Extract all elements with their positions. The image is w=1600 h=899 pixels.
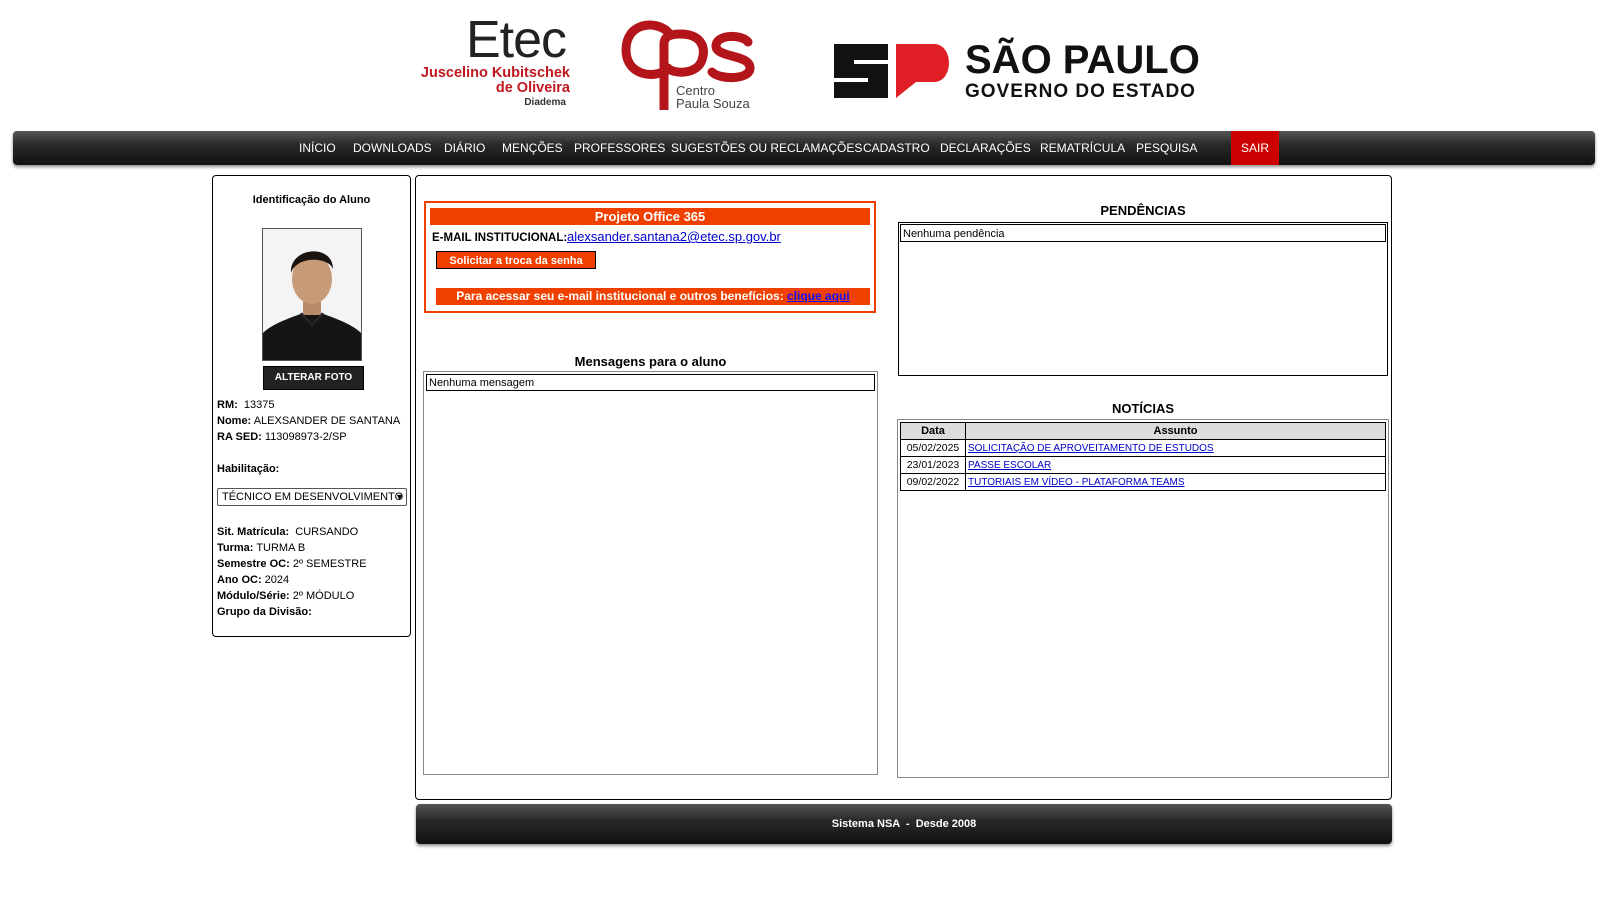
nav-item-rematricula[interactable]: REMATRÍCULA	[1040, 131, 1125, 165]
news-subject-link[interactable]: PASSE ESCOLAR	[968, 460, 1051, 471]
news-subject-cell: PASSE ESCOLAR	[965, 456, 1386, 474]
news-box: Data Assunto 05/02/2025 SOLICITAÇÃO DE A…	[897, 419, 1389, 778]
student-grupo-row: Grupo da Divisão:	[217, 604, 312, 620]
student-ano-row: Ano OC: 2024	[217, 572, 289, 588]
news-date: 05/02/2025	[900, 439, 966, 457]
nav-item-mencoes[interactable]: MENÇÕES	[502, 131, 563, 165]
ra-label: RA SED:	[217, 431, 262, 443]
student-sit-row: Sit. Matrícula: CURSANDO	[217, 524, 358, 540]
student-photo	[262, 228, 362, 361]
table-row: 09/02/2022 TUTORIAIS EM VÍDEO - PLATAFOR…	[900, 473, 1386, 491]
sp-logo-subtitle: GOVERNO DO ESTADO	[965, 81, 1196, 102]
office365-access-text: Para acessar seu e-mail institucional e …	[456, 289, 784, 303]
semestre-value: 2º SEMESTRE	[292, 558, 367, 570]
student-ra-row: RA SED: 113098973-2/SP	[217, 429, 347, 445]
news-subject-link[interactable]: TUTORIAIS EM VÍDEO - PLATAFORMA TEAMS	[968, 477, 1185, 488]
logout-button[interactable]: SAIR	[1231, 131, 1280, 165]
habilitacao-selected-value: TÉCNICO EM DESENVOLVIMENTO	[222, 491, 404, 503]
student-semestre-row: Semestre OC: 2º SEMESTRE	[217, 556, 367, 572]
sit-value: CURSANDO	[295, 526, 359, 538]
semestre-label: Semestre OC:	[217, 558, 290, 570]
main-nav-bar: INÍCIO DOWNLOADS DIÁRIO MENÇÕES PROFESSO…	[13, 131, 1595, 165]
news-subject-link[interactable]: SOLICITAÇÃO DE APROVEITAMENTO DE ESTUDOS	[968, 443, 1214, 454]
sit-label: Sit. Matrícula:	[217, 526, 290, 538]
etec-logo-city: Diadema	[524, 97, 566, 108]
modulo-label: Módulo/Série:	[217, 590, 290, 602]
student-photo-avatar	[263, 229, 361, 360]
news-col-subject: Assunto	[965, 422, 1386, 440]
table-row: 23/01/2023 PASSE ESCOLAR	[900, 456, 1386, 474]
habilitacao-select[interactable]: TÉCNICO EM DESENVOLVIMENTO ▼	[217, 488, 407, 506]
pendencias-empty-row: Nenhuma pendência	[900, 224, 1386, 242]
cps-logo-text: Centro Paula Souza	[676, 84, 750, 110]
news-table: Data Assunto 05/02/2025 SOLICITAÇÃO DE A…	[900, 422, 1386, 491]
student-identification-panel: Identificação do Aluno ALTERAR FOTO RM: …	[212, 175, 411, 637]
office365-title: Projeto Office 365	[430, 208, 870, 225]
habilitacao-label-text: Habilitação:	[217, 463, 280, 475]
student-name-row: Nome: ALEXSANDER DE SANTANA	[217, 413, 400, 429]
nav-item-downloads[interactable]: DOWNLOADS	[353, 131, 432, 165]
rm-label: RM:	[217, 399, 238, 411]
ra-value: 113098973-2/SP	[264, 431, 347, 443]
ano-label: Ano OC:	[217, 574, 262, 586]
footer-text: Sistema NSA - Desde 2008	[831, 818, 977, 830]
change-photo-button[interactable]: ALTERAR FOTO	[263, 366, 364, 390]
student-modulo-row: Módulo/Série: 2º MÓDULO	[217, 588, 354, 604]
rm-value: 13375	[243, 399, 275, 411]
institutional-email-label: E-MAIL INSTITUCIONAL:	[432, 232, 568, 244]
turma-label: Turma:	[217, 542, 254, 554]
pendencias-box: Nenhuma pendência	[898, 222, 1388, 376]
ano-value: 2024	[264, 574, 290, 586]
student-panel-title: Identificação do Aluno	[252, 194, 371, 206]
office365-box: Projeto Office 365 E-MAIL INSTITUCIONAL:…	[424, 201, 876, 313]
table-row: 05/02/2025 SOLICITAÇÃO DE APROVEITAMENTO…	[900, 439, 1386, 457]
news-title: NOTÍCIAS	[1111, 401, 1175, 416]
news-subject-cell: SOLICITAÇÃO DE APROVEITAMENTO DE ESTUDOS	[965, 439, 1386, 457]
nav-item-diario[interactable]: DIÁRIO	[444, 131, 485, 165]
etec-logo-name: Etec	[465, 11, 567, 69]
etec-logo-line1: Juscelino Kubitschek	[420, 65, 570, 81]
messages-title: Mensagens para o aluno	[574, 354, 727, 369]
chevron-down-icon: ▼	[395, 492, 404, 502]
office365-access-link[interactable]: clique aqui	[787, 289, 850, 303]
etec-logo-line2: de Oliveira	[495, 80, 570, 96]
news-subject-cell: TUTORIAIS EM VÍDEO - PLATAFORMA TEAMS	[965, 473, 1386, 491]
password-reset-button[interactable]: Solicitar a troca da senha	[436, 251, 596, 269]
grupo-label: Grupo da Divisão:	[217, 606, 312, 618]
footer-bar: Sistema NSA - Desde 2008	[416, 804, 1392, 844]
sp-government-logo: SÃO PAULO GOVERNO DO ESTADO	[830, 40, 1210, 102]
institutional-email-link[interactable]: alexsander.santana2@etec.sp.gov.br	[567, 229, 781, 244]
habilitacao-label: Habilitação:	[217, 461, 279, 477]
news-date: 23/01/2023	[900, 456, 966, 474]
news-date: 09/02/2022	[900, 473, 966, 491]
student-turma-row: Turma: TURMA B	[217, 540, 305, 556]
messages-empty-row: Nenhuma mensagem	[426, 374, 875, 391]
nav-item-cadastro[interactable]: CADASTRO	[863, 131, 930, 165]
messages-box: Nenhuma mensagem	[423, 371, 878, 775]
etec-logo: Etec Juscelino Kubitschek de Oliveira Di…	[414, 14, 570, 114]
nav-item-professores[interactable]: PROFESSORES	[574, 131, 665, 165]
cps-logo: Centro Paula Souza	[620, 18, 760, 114]
news-header-row: Data Assunto	[900, 422, 1386, 440]
nav-item-inicio[interactable]: INÍCIO	[299, 131, 336, 165]
name-value: ALEXSANDER DE SANTANA	[253, 415, 401, 427]
office365-access-bar: Para acessar seu e-mail institucional e …	[436, 288, 870, 305]
modulo-value: 2º MÓDULO	[292, 590, 355, 602]
turma-value: TURMA B	[256, 542, 306, 554]
student-rm-row: RM: 13375	[217, 397, 275, 413]
pendencias-title: PENDÊNCIAS	[1100, 203, 1186, 218]
nav-item-pesquisa[interactable]: PESQUISA	[1136, 131, 1197, 165]
cps-logo-line2: Paula Souza	[676, 96, 750, 111]
news-col-date: Data	[900, 422, 966, 440]
name-label: Nome:	[217, 415, 252, 427]
nav-item-sugestoes[interactable]: SUGESTÕES OU RECLAMAÇÕES	[671, 131, 862, 165]
sp-logo-title: SÃO PAULO	[965, 38, 1200, 82]
nav-item-declaracoes[interactable]: DECLARAÇÕES	[940, 131, 1031, 165]
sp-logo-mark	[834, 44, 949, 98]
